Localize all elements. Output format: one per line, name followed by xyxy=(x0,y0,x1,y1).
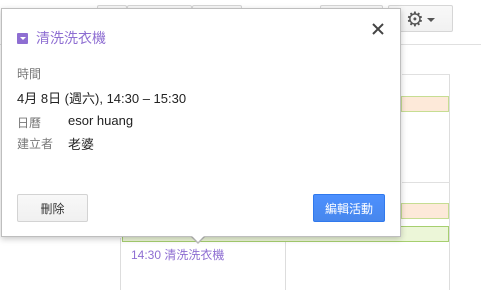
calendar-value: esor huang xyxy=(68,113,134,128)
edit-event-button[interactable]: 編輯活動 xyxy=(313,194,385,222)
calendar-divider xyxy=(285,238,286,290)
creator-value: 老婆 xyxy=(68,137,95,152)
time-value: 4月 8日 (週六), 14:30 – 15:30 xyxy=(17,91,187,106)
chevron-down-icon xyxy=(426,17,435,22)
delete-button[interactable]: 刪除 xyxy=(17,194,88,222)
calendar-divider xyxy=(402,74,450,75)
calendar-event-bar[interactable] xyxy=(401,96,449,112)
event-color-chip-icon[interactable] xyxy=(17,32,28,44)
creator-label: 建立者 xyxy=(17,137,54,151)
calendar-divider xyxy=(120,238,121,290)
calendar-divider xyxy=(402,182,450,183)
calendar-event-label[interactable]: 14:30 清洗洗衣機 xyxy=(131,246,224,263)
popup-tail-fill xyxy=(191,235,205,242)
event-title-row: 清洗洗衣機 xyxy=(17,28,106,48)
calendar-event-bar[interactable] xyxy=(401,203,449,219)
event-details-popup: 清洗洗衣機 時間 4月 8日 (週六), 14:30 – 15:30 日曆 es… xyxy=(1,8,401,237)
calendar-label: 日曆 xyxy=(17,116,42,130)
close-icon[interactable] xyxy=(370,21,386,37)
gear-icon: ⚙ xyxy=(406,6,424,31)
chevron-down-icon xyxy=(19,36,26,40)
time-label: 時間 xyxy=(17,67,42,81)
event-title: 清洗洗衣機 xyxy=(36,30,106,46)
